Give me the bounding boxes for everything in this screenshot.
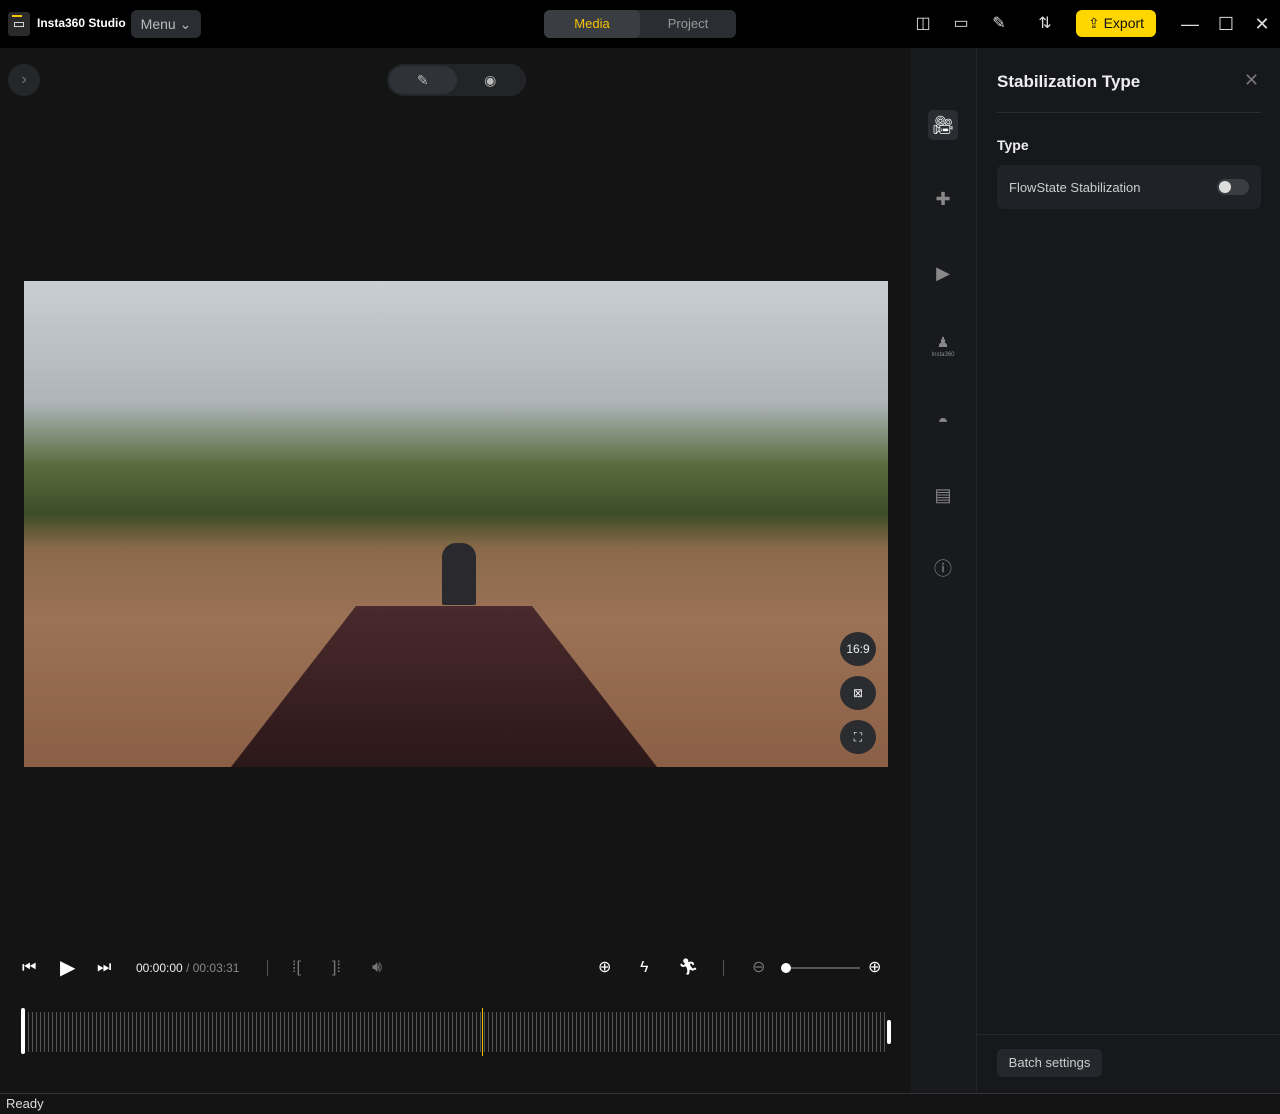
play-icon[interactable]: ▶ xyxy=(60,958,75,978)
preview-eye-icon[interactable]: ◉ xyxy=(457,66,525,94)
ai-video-icon[interactable]: ▶ xyxy=(928,258,958,288)
flash-icon[interactable]: ϟ xyxy=(640,958,648,978)
car-roof xyxy=(224,606,664,767)
trim-end-icon[interactable]: ]⁞ xyxy=(332,958,341,978)
time-display: 00:00:00 / 00:03:31 xyxy=(136,961,239,975)
expand-sidebar-button[interactable]: › xyxy=(8,64,40,96)
volume-icon[interactable]: 🔊︎ xyxy=(372,958,382,978)
timeline-track[interactable] xyxy=(24,1012,888,1052)
close-panel-icon[interactable]: ✕ xyxy=(1244,70,1259,91)
total-time: / 00:03:31 xyxy=(186,961,239,975)
close-window-icon[interactable]: ✕ xyxy=(1250,12,1274,36)
playhead[interactable] xyxy=(482,1008,483,1056)
plugin-icon[interactable]: ✚ xyxy=(928,184,958,214)
files-icon[interactable]: ▤ xyxy=(928,480,958,510)
mode-switch: Media Project xyxy=(544,10,736,38)
divider xyxy=(723,960,724,976)
timeline-start-handle[interactable] xyxy=(21,1008,25,1054)
insta360-stamp-icon[interactable]: ♟Insta360 xyxy=(928,332,958,362)
tab-project[interactable]: Project xyxy=(640,10,736,38)
speed-icon[interactable]: 🏃︎ xyxy=(678,958,698,978)
skip-start-icon[interactable]: ⏮ xyxy=(22,958,36,978)
zoom-in-icon[interactable]: ⊕ xyxy=(868,958,881,978)
aspect-ratio-button[interactable]: 16:9 xyxy=(840,632,876,666)
trim-start-icon[interactable]: ⁞[ xyxy=(292,958,301,978)
tab-media[interactable]: Media xyxy=(544,10,640,38)
maximize-icon[interactable]: ☐ xyxy=(1214,12,1238,36)
zoom-out-icon[interactable]: ⊖ xyxy=(752,958,765,978)
divider xyxy=(997,112,1261,113)
video-preview[interactable] xyxy=(24,281,888,767)
app-title: Insta360 Studio xyxy=(37,16,126,30)
edit-view-icon[interactable]: ✎ xyxy=(389,66,457,94)
zoom-slider[interactable] xyxy=(786,967,860,969)
export-button[interactable]: ⇪ Export xyxy=(1076,10,1156,37)
menu-button[interactable]: Menu ⌄ xyxy=(131,10,201,38)
view-toggle: ✎ ◉ xyxy=(387,64,526,96)
crop-icon[interactable]: ⊠ xyxy=(840,676,876,710)
speed-gauge-icon[interactable]: ◓ xyxy=(928,406,958,436)
book-icon[interactable]: ◫ xyxy=(913,14,933,34)
person-in-video xyxy=(442,543,476,605)
skip-end-icon[interactable]: ⏭ xyxy=(97,958,111,978)
flowstate-option: FlowState Stabilization xyxy=(997,165,1261,209)
info-icon[interactable]: ⓘ xyxy=(928,554,958,584)
timeline-end-handle[interactable] xyxy=(887,1020,891,1044)
current-time: 00:00:00 xyxy=(136,961,183,975)
divider xyxy=(977,1034,1280,1035)
divider xyxy=(267,960,268,976)
add-keyframe-icon[interactable]: ⊕ xyxy=(598,958,611,978)
zoom-slider-knob[interactable] xyxy=(781,963,791,973)
flowstate-label: FlowState Stabilization xyxy=(1009,180,1141,195)
status-bar: Ready xyxy=(0,1093,1280,1113)
feedback-icon[interactable]: ▭ xyxy=(951,14,971,34)
app-logo-icon: ▭ xyxy=(8,12,30,36)
fullscreen-icon[interactable]: ⛶ xyxy=(840,720,876,754)
notes-icon[interactable]: ✎ xyxy=(989,14,1009,34)
sort-icon[interactable]: ⇅ xyxy=(1035,14,1055,34)
insta-label: Insta360 xyxy=(928,352,958,358)
minimize-icon[interactable]: — xyxy=(1178,12,1202,36)
stabilization-icon[interactable]: 🎥︎ xyxy=(928,110,958,140)
batch-settings-button[interactable]: Batch settings xyxy=(997,1049,1102,1077)
panel-title: Stabilization Type xyxy=(997,72,1140,92)
flowstate-toggle[interactable] xyxy=(1217,179,1249,195)
section-label: Type xyxy=(997,137,1029,153)
